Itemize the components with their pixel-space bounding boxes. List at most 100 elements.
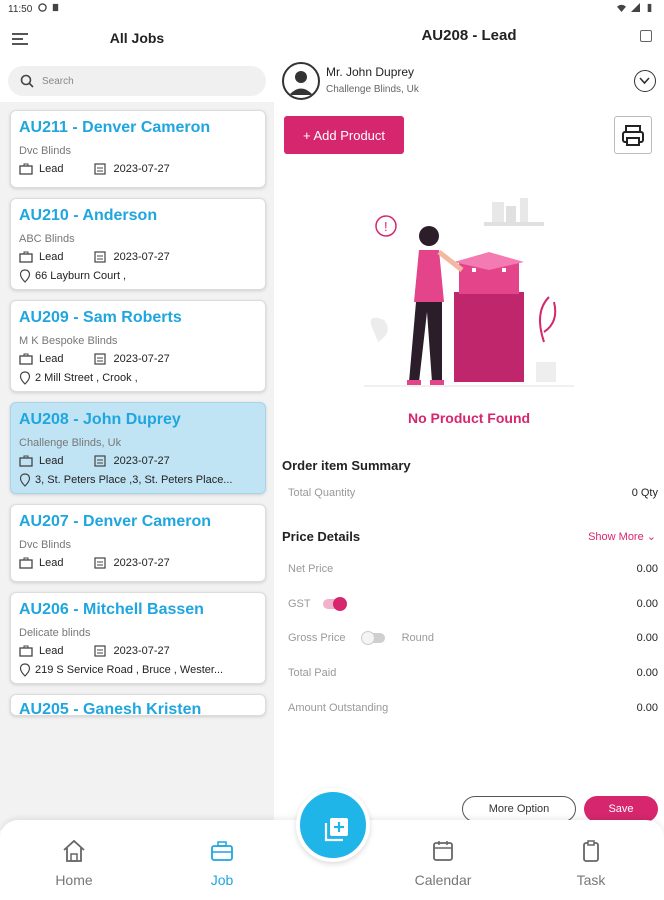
total-paid-label: Total Paid bbox=[288, 667, 337, 679]
briefcase-icon bbox=[19, 251, 33, 263]
add-job-fab[interactable] bbox=[296, 788, 370, 862]
total-paid-value: 0.00 bbox=[636, 667, 658, 679]
total-paid-row: Total Paid 0.00 bbox=[288, 667, 658, 683]
gst-label: GST bbox=[288, 598, 311, 610]
person-icon bbox=[289, 71, 313, 95]
job-card-selected[interactable]: AU208 - John Duprey Challenge Blinds, Uk… bbox=[10, 402, 266, 494]
gross-price-row: Gross Price Round 0.00 bbox=[288, 631, 658, 648]
nav-job[interactable]: Job bbox=[177, 838, 267, 888]
round-label: Round bbox=[401, 632, 435, 644]
calendar-icon bbox=[94, 557, 107, 569]
gross-price-value: 0.00 bbox=[636, 632, 658, 644]
wifi-icon bbox=[617, 4, 626, 12]
nav-home-label: Home bbox=[55, 872, 93, 888]
job-card[interactable]: AU207 - Denver Cameron Dvc Blinds Lead 2… bbox=[10, 504, 266, 582]
round-toggle[interactable] bbox=[360, 631, 385, 646]
add-product-button[interactable]: + Add Product bbox=[284, 116, 404, 154]
gst-toggle[interactable] bbox=[323, 597, 348, 612]
job-date: 2023-07-27 bbox=[113, 455, 170, 467]
location-pin-icon bbox=[19, 663, 31, 677]
job-title: AU209 - Sam Roberts bbox=[19, 309, 182, 326]
job-card[interactable]: AU209 - Sam Roberts M K Bespoke Blinds L… bbox=[10, 300, 266, 392]
page-title: All Jobs bbox=[109, 30, 165, 46]
job-company: ABC Blinds bbox=[19, 233, 75, 245]
job-address: 2 Mill Street , Crook , bbox=[35, 372, 138, 384]
job-company: M K Bespoke Blinds bbox=[19, 335, 118, 347]
job-status: Lead bbox=[39, 557, 64, 569]
job-card[interactable]: AU210 - Anderson ABC Blinds Lead 2023-07… bbox=[10, 198, 266, 290]
location-pin-icon bbox=[19, 473, 31, 487]
job-date: 2023-07-27 bbox=[113, 353, 170, 365]
settings-status-icon bbox=[38, 3, 47, 12]
briefcase-icon bbox=[19, 557, 33, 569]
calendar-icon bbox=[94, 645, 107, 657]
customer-company: Challenge Blinds, Uk bbox=[326, 84, 419, 95]
save-button[interactable]: Save bbox=[584, 796, 658, 822]
job-date: 2023-07-27 bbox=[113, 251, 170, 263]
avatar bbox=[282, 62, 320, 100]
nav-calendar[interactable]: Calendar bbox=[398, 838, 488, 888]
amount-outstanding-label: Amount Outstanding bbox=[288, 702, 389, 714]
briefcase-icon bbox=[19, 645, 33, 657]
customer-name: Mr. John Duprey bbox=[326, 65, 415, 79]
status-bar: 11:50 bbox=[0, 0, 664, 20]
expand-customer-button[interactable] bbox=[634, 70, 656, 92]
amount-outstanding-value: 0.00 bbox=[636, 702, 658, 714]
nav-home[interactable]: Home bbox=[29, 838, 119, 888]
clipboard-icon bbox=[583, 840, 599, 862]
gross-price-label: Gross Price bbox=[288, 632, 346, 644]
job-address: 219 S Service Road , Bruce , Wester... bbox=[35, 664, 224, 676]
search-input[interactable]: Search bbox=[8, 66, 266, 96]
net-price-label: Net Price bbox=[288, 563, 334, 575]
job-detail-panel: AU208 - Lead Mr. John Duprey Challenge B… bbox=[274, 20, 664, 830]
calendar-icon bbox=[94, 353, 107, 365]
split-view-icon[interactable] bbox=[640, 30, 652, 42]
add-note-icon bbox=[324, 818, 348, 842]
job-list-panel: All Jobs Search AU211 - Denver Cameron D… bbox=[0, 20, 274, 830]
job-detail-title: AU208 - Lead bbox=[421, 27, 517, 44]
show-more-link[interactable]: Show More ⌄ bbox=[588, 530, 656, 543]
briefcase-icon bbox=[19, 455, 33, 467]
search-placeholder: Search bbox=[42, 75, 74, 87]
job-date: 2023-07-27 bbox=[113, 163, 170, 175]
job-title: AU210 - Anderson bbox=[19, 207, 158, 224]
job-company: Challenge Blinds, Uk bbox=[19, 437, 122, 449]
job-status: Lead bbox=[39, 251, 64, 263]
job-title: AU206 - Mitchell Bassen bbox=[19, 601, 204, 618]
signal-icon bbox=[631, 3, 640, 12]
job-status: Lead bbox=[39, 645, 64, 657]
gst-row: GST 0.00 bbox=[288, 597, 658, 614]
job-status: Lead bbox=[39, 353, 64, 365]
customer-header: Mr. John Duprey Challenge Blinds, Uk bbox=[282, 60, 656, 104]
nav-task[interactable]: Task bbox=[546, 838, 636, 888]
briefcase-icon bbox=[19, 163, 33, 175]
net-price-row: Net Price 0.00 bbox=[288, 563, 658, 579]
calendar-icon bbox=[94, 163, 107, 175]
job-status: Lead bbox=[39, 455, 64, 467]
job-card[interactable]: AU205 - Ganesh Kristen bbox=[10, 694, 266, 716]
empty-state-illustration: ! bbox=[364, 198, 574, 387]
job-date: 2023-07-27 bbox=[113, 557, 170, 569]
sim-card-icon bbox=[52, 3, 59, 12]
calendar-icon bbox=[94, 455, 107, 467]
net-price-value: 0.00 bbox=[636, 563, 658, 575]
calendar-icon bbox=[433, 841, 453, 861]
order-summary-heading: Order item Summary bbox=[282, 458, 411, 473]
job-title: AU208 - John Duprey bbox=[19, 411, 181, 428]
print-button[interactable] bbox=[614, 116, 652, 154]
job-card[interactable]: AU211 - Denver Cameron Dvc Blinds Lead 2… bbox=[10, 110, 266, 188]
briefcase-icon bbox=[19, 353, 33, 365]
gst-value: 0.00 bbox=[636, 598, 658, 610]
job-company: Dvc Blinds bbox=[19, 539, 71, 551]
more-option-button[interactable]: More Option bbox=[462, 796, 576, 822]
job-card[interactable]: AU206 - Mitchell Bassen Delicate blinds … bbox=[10, 592, 266, 684]
job-company: Delicate blinds bbox=[19, 627, 91, 639]
job-date: 2023-07-27 bbox=[113, 645, 170, 657]
job-address: 66 Layburn Court , bbox=[35, 270, 127, 282]
svg-text:!: ! bbox=[384, 219, 388, 234]
status-time: 11:50 bbox=[8, 4, 33, 15]
briefcase-icon bbox=[211, 841, 233, 861]
job-title: AU205 - Ganesh Kristen bbox=[19, 701, 202, 716]
calendar-icon bbox=[94, 251, 107, 263]
chevron-down-icon bbox=[639, 77, 650, 85]
